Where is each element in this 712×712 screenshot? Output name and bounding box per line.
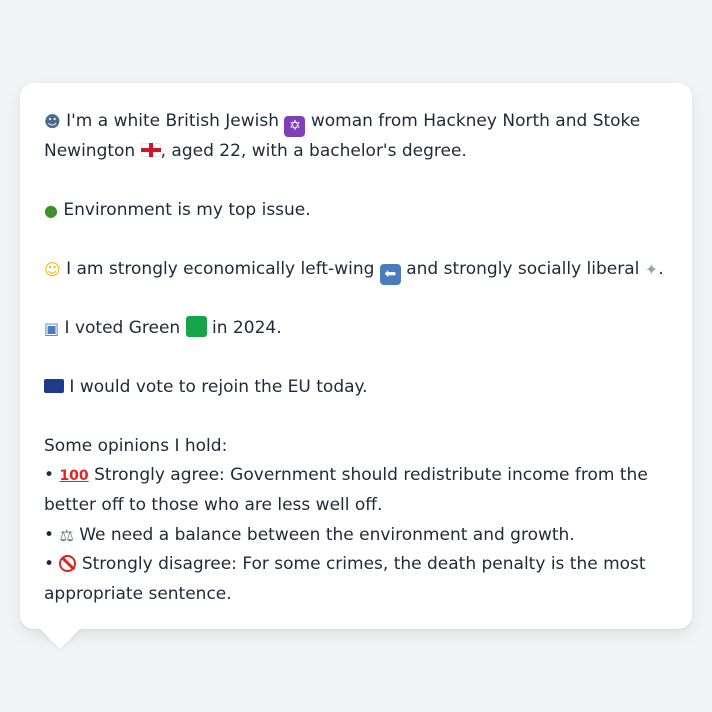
star-of-david-icon: ✡ <box>284 116 306 137</box>
eu-flag-icon <box>44 378 64 393</box>
person-silhouette-icon: ☻ <box>44 112 61 131</box>
ideology-line: ☺ I am strongly economically left-wing ⬅… <box>44 255 668 285</box>
eu-line: I would vote to rejoin the EU today. <box>44 373 668 402</box>
hundred-points-icon: 100 <box>59 467 89 484</box>
opinions-heading: Some opinions I hold: <box>44 435 228 456</box>
opinion-item: • Strongly disagree: For some crimes, th… <box>44 554 646 604</box>
balance-scale-icon: ⚖ <box>59 525 74 545</box>
identity-line: ☻ I'm a white British Jewish ✡ woman fro… <box>44 111 641 161</box>
green-square-icon <box>185 315 207 337</box>
dove-icon: ✦ <box>644 259 659 279</box>
top-issue-line: ● Environment is my top issue. <box>44 199 311 220</box>
tree-icon: ● <box>44 200 58 220</box>
bubble-tail <box>38 627 82 649</box>
no-entry-icon <box>59 555 77 573</box>
thinking-face-icon: ☺ <box>44 259 61 279</box>
vote-line: ▣ I voted Green in 2024. <box>44 315 282 338</box>
england-flag-icon <box>140 143 161 157</box>
left-arrow-icon: ⬅ <box>379 263 401 285</box>
opinion-item: • 100 Strongly agree: Government should … <box>44 461 668 521</box>
message-bubble: ☻ I'm a white British Jewish ✡ woman fro… <box>20 83 692 629</box>
ballot-box-icon: ▣ <box>44 318 60 338</box>
opinion-item: • ⚖ We need a balance between the enviro… <box>44 524 575 545</box>
